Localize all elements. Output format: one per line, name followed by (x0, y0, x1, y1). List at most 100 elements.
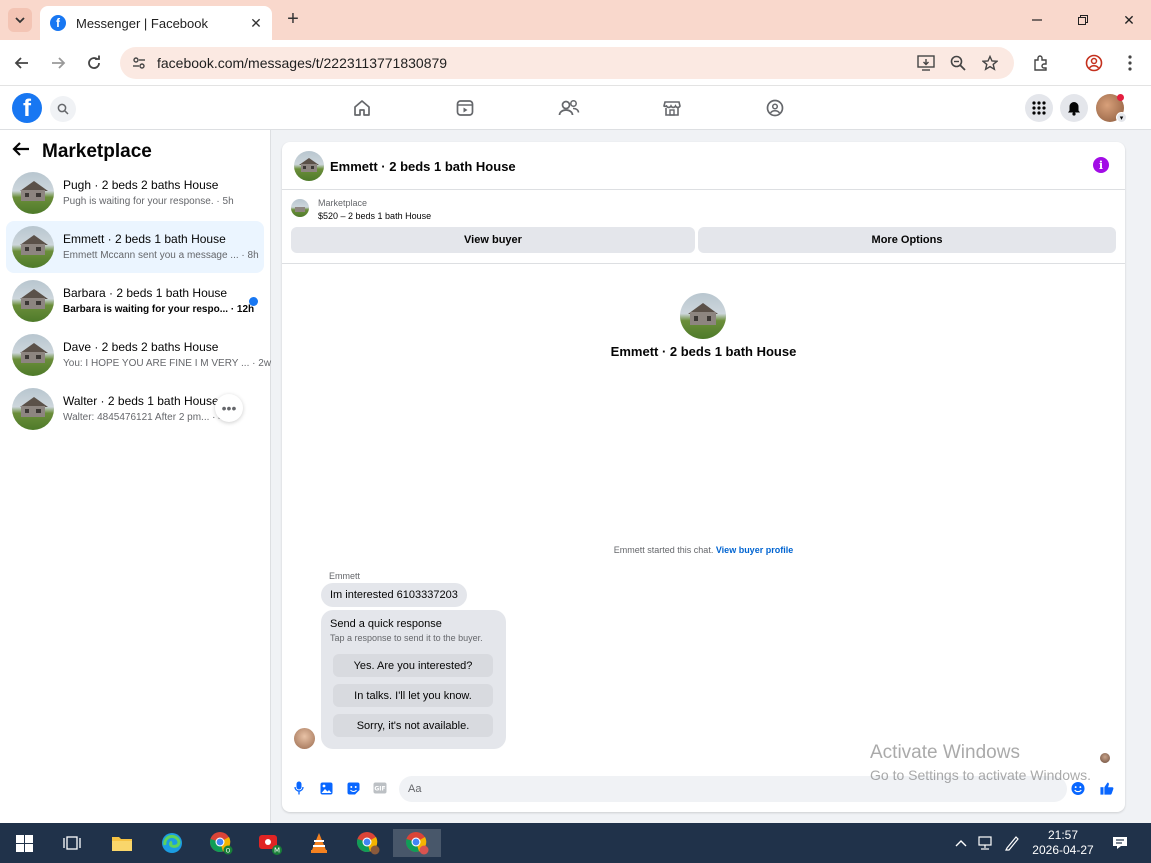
marketplace-icon[interactable] (660, 96, 684, 120)
file-explorer-icon[interactable] (107, 829, 137, 857)
url-text: facebook.com/messages/t/2223113771830879 (157, 55, 448, 71)
like-thumbs-up-icon[interactable] (1100, 781, 1114, 795)
conversation-title: Emmett · 2 beds 1 bath House (63, 232, 226, 246)
chrome-profile-2-icon[interactable] (353, 829, 383, 857)
network-icon[interactable] (975, 833, 995, 853)
zoom-icon[interactable] (948, 53, 968, 73)
conversation-title: Walter · 2 beds 1 bath House (63, 394, 219, 408)
pen-ink-icon[interactable] (1002, 833, 1022, 853)
quick-response-subtitle: Tap a response to send it to the buyer. (330, 633, 483, 643)
notifications-bell-icon[interactable] (1060, 94, 1088, 122)
tab-search-dropdown-icon[interactable] (8, 8, 32, 32)
conversation-preview: Barbara is waiting for your respo... · 1… (63, 304, 255, 315)
back-arrow-icon[interactable] (12, 140, 34, 163)
install-app-icon[interactable] (916, 53, 936, 73)
account-chevron-down-icon[interactable]: ▾ (1116, 112, 1127, 123)
restore-window-icon[interactable] (1068, 8, 1098, 32)
conversation-preview: Emmett Mccann sent you a message ... · 8… (63, 250, 259, 261)
conversation-title: Dave · 2 beds 2 baths House (63, 340, 219, 354)
sidebar-title: Marketplace (42, 140, 152, 162)
chat-header-title[interactable]: Emmett · 2 beds 1 bath House (330, 159, 516, 174)
sticker-icon[interactable] (346, 781, 360, 795)
back-arrow-icon[interactable] (10, 51, 34, 75)
forward-arrow-icon[interactable] (46, 51, 70, 75)
svg-text:O: O (226, 848, 231, 855)
conversation-item-active[interactable]: Emmett · 2 beds 1 bath House Emmett Mcca… (6, 221, 264, 273)
task-view-icon[interactable] (57, 829, 87, 857)
windows-taskbar: O M 21:57 2026-04-27 (0, 823, 1151, 863)
home-icon[interactable] (350, 96, 374, 120)
browser-tab-strip: f Messenger | Facebook ✕ + ✕ (0, 0, 1151, 40)
friends-icon[interactable] (557, 96, 581, 120)
menu-grid-icon[interactable] (1025, 94, 1053, 122)
facebook-top-nav: f (0, 86, 1151, 130)
close-tab-icon[interactable]: ✕ (246, 13, 266, 33)
chat-panel: Emmett · 2 beds 1 bath House i Marketpla… (282, 142, 1125, 812)
edge-browser-icon[interactable] (157, 829, 187, 857)
listing-price: $520 – 2 beds 1 bath House (318, 211, 432, 221)
gif-icon[interactable]: GIF (373, 781, 387, 795)
more-options-button[interactable]: More Options (698, 227, 1116, 253)
view-buyer-button[interactable]: View buyer (291, 227, 695, 253)
taskbar-clock[interactable]: 21:57 2026-04-27 (1030, 828, 1096, 858)
reload-icon[interactable] (82, 51, 106, 75)
conversation-preview: Pugh is waiting for your response. · 5h (63, 196, 234, 207)
quick-response-card: Send a quick response Tap a response to … (321, 610, 506, 749)
recorder-app-icon[interactable]: M (255, 829, 285, 857)
microphone-icon[interactable] (292, 781, 306, 795)
chat-listing-thumbnail[interactable] (294, 151, 324, 181)
conversation-profile-thumbnail (680, 293, 726, 339)
conversation-item[interactable]: Dave · 2 beds 2 baths House You: I HOPE … (6, 329, 271, 381)
listing-thumbnail (12, 172, 54, 214)
new-tab-plus-icon[interactable]: + (282, 8, 304, 30)
view-buyer-profile-link[interactable]: View buyer profile (716, 545, 793, 555)
notification-dot (1117, 94, 1124, 101)
svg-text:M: M (274, 847, 280, 855)
emoji-icon[interactable] (1071, 781, 1085, 795)
profile-icon[interactable] (1082, 51, 1106, 75)
watermark-line-2: Go to Settings to activate Windows. (870, 767, 1091, 783)
listing-thumbnail (12, 226, 54, 268)
quick-response-button[interactable]: In talks. I'll let you know. (333, 684, 493, 707)
close-window-icon[interactable]: ✕ (1114, 8, 1144, 32)
sidebar-header: Marketplace (12, 140, 152, 163)
chrome-profile-1-icon[interactable]: O (206, 829, 236, 857)
read-receipt-avatar (1100, 753, 1110, 763)
browser-tab-messenger[interactable]: f Messenger | Facebook ✕ (40, 6, 272, 40)
photo-attach-icon[interactable] (319, 781, 333, 795)
notification-center-icon[interactable] (1110, 833, 1130, 853)
conversation-info-icon[interactable]: i (1093, 157, 1109, 173)
conversation-item[interactable]: Pugh · 2 beds 2 baths House Pugh is wait… (6, 167, 264, 219)
chrome-profile-3-icon-active[interactable] (393, 829, 441, 857)
quick-response-button[interactable]: Yes. Are you interested? (333, 654, 493, 677)
bookmark-star-icon[interactable] (980, 53, 1000, 73)
windows-start-icon[interactable] (9, 829, 39, 857)
listing-summary: Marketplace $520 – 2 beds 1 bath House V… (282, 190, 1125, 264)
conversation-preview: You: I HOPE YOU ARE FINE I M VERY ... · … (63, 358, 272, 369)
browser-menu-icon[interactable] (1118, 51, 1142, 75)
browser-toolbar: facebook.com/messages/t/2223113771830879 (0, 40, 1151, 86)
search-icon[interactable] (50, 96, 76, 122)
svg-text:GIF: GIF (374, 786, 385, 793)
buyer-avatar[interactable] (294, 728, 315, 749)
video-icon[interactable] (453, 96, 477, 120)
conversation-preview: Walter: 4845476121 After 2 pm... · 4w (63, 412, 232, 423)
clock-date: 2026-04-27 (1032, 843, 1094, 857)
listing-thumbnail (12, 280, 54, 322)
marketplace-sidebar: Marketplace Pugh · 2 beds 2 baths House … (0, 130, 271, 823)
quick-response-button[interactable]: Sorry, it's not available. (333, 714, 493, 737)
extensions-puzzle-icon[interactable] (1029, 51, 1053, 75)
minimize-window-icon[interactable] (1022, 8, 1052, 32)
conversation-item[interactable]: Barbara · 2 beds 1 bath House Barbara is… (6, 275, 264, 327)
show-hidden-icons-chevron-up-icon[interactable] (951, 833, 971, 853)
facebook-logo-icon[interactable]: f (12, 93, 42, 123)
conversation-options-ellipsis-icon[interactable]: ••• (215, 394, 243, 422)
message-sender-name: Emmett (329, 571, 361, 581)
listing-thumbnail (12, 388, 54, 430)
address-bar[interactable]: facebook.com/messages/t/2223113771830879 (120, 47, 1014, 79)
tab-title: Messenger | Facebook (76, 15, 208, 31)
vlc-player-icon[interactable] (304, 829, 334, 857)
gaming-icon[interactable] (763, 96, 787, 120)
site-info-icon[interactable] (130, 54, 148, 72)
chat-started-text: Emmett started this chat. (613, 545, 714, 555)
